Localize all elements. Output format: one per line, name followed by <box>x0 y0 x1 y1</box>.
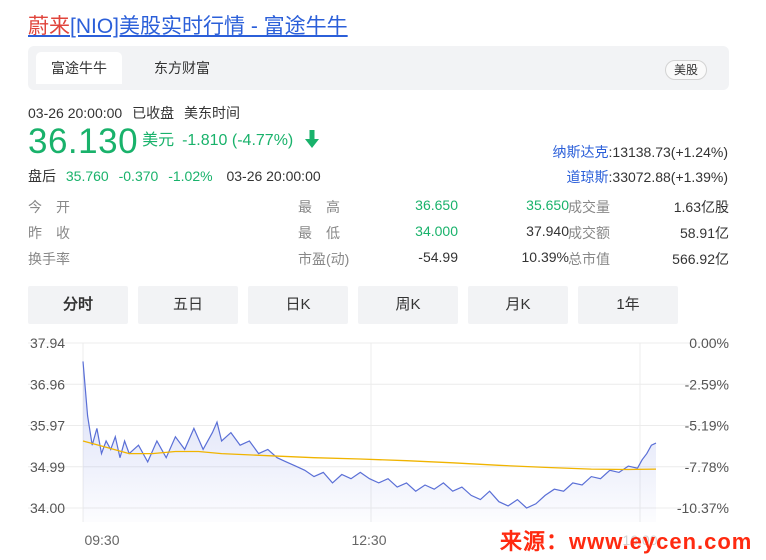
stat-label: 昨 收 <box>28 225 70 241</box>
stat-value: 37.940 <box>526 223 569 239</box>
stats-row: 今 开 35.650 最 高 36.650 成交量 1.63亿股 <box>28 197 729 223</box>
index-nasdaq-link[interactable]: 纳斯达克 <box>553 144 609 160</box>
title-stock-name: 蔚来 <box>28 15 70 38</box>
tab-futu[interactable]: 富途牛牛 <box>36 52 122 84</box>
index-dow: 道琼斯:33072.88(+1.39%) <box>567 167 728 187</box>
market-badge: 美股 <box>664 60 707 80</box>
index-nasdaq: 纳斯达克:13138.73(+1.24%) <box>553 142 728 162</box>
period-tab[interactable]: 五日 <box>138 286 238 324</box>
stat-value: -54.99 <box>418 249 458 265</box>
stat-label: 成交量 <box>568 199 610 215</box>
stat-value: 35.650 <box>526 197 569 213</box>
y-tick-label: 34.00 <box>30 500 65 516</box>
price-area <box>83 361 656 522</box>
index-dow-link[interactable]: 道琼斯 <box>567 169 609 185</box>
timezone: 美东时间 <box>183 105 240 121</box>
pct-tick-label: -7.78% <box>685 459 729 475</box>
after-hours-pct: -1.02% <box>168 168 213 184</box>
y-tick-label: 34.99 <box>30 459 65 475</box>
currency-label: 美元 <box>142 132 175 149</box>
stat-label: 今 开 <box>28 199 70 215</box>
index-dow-value: :33072.88(+1.39%) <box>608 169 728 185</box>
quote-time: 03-26 20:00:00 <box>28 105 123 121</box>
quote-meta: 03-26 20:00:00 已收盘 美东时间 <box>28 103 246 123</box>
stats-row: 换手率 10.39% 市盈(动) -54.99 总市值 566.92亿 <box>28 249 729 275</box>
pct-tick-label: 0.00% <box>689 335 729 351</box>
stat-value: 34.000 <box>415 223 458 239</box>
watermark-text: 来源：www.eycen.com <box>500 524 753 556</box>
tab-eastmoney[interactable]: 东方财富 <box>154 52 210 84</box>
stat-value: 1.63亿股 <box>673 199 729 215</box>
arrow-down-icon <box>304 129 320 154</box>
y-tick-label: 35.97 <box>30 418 65 434</box>
x-tick-label: 09:30 <box>84 532 119 548</box>
index-nasdaq-value: :13138.73(+1.24%) <box>608 144 728 160</box>
pct-tick-label: -10.37% <box>677 500 729 516</box>
after-hours-change: -0.370 <box>118 168 159 184</box>
stat-label: 市盈(动) <box>298 251 350 267</box>
y-tick-label: 37.94 <box>30 335 65 351</box>
period-tab[interactable]: 日K <box>248 286 348 324</box>
period-tab[interactable]: 月K <box>468 286 568 324</box>
stat-value: 36.650 <box>415 197 458 213</box>
after-hours-price: 35.760 <box>65 168 109 184</box>
after-hours-row: 盘后 35.760 -0.370 -1.02% 03-26 20:00:00 <box>28 166 321 186</box>
page-title[interactable]: 蔚来[NIO]美股实时行情 - 富途牛牛 <box>28 10 348 40</box>
period-tab[interactable]: 周K <box>358 286 458 324</box>
stat-value: 10.39% <box>521 249 569 265</box>
current-price: 36.130 <box>28 122 139 161</box>
source-tab-bar: 富途牛牛 东方财富 美股 <box>28 46 729 90</box>
after-hours-time: 03-26 20:00:00 <box>226 168 321 184</box>
stat-label: 总市值 <box>568 251 610 267</box>
title-text: [NIO]美股实时行情 - 富途牛牛 <box>70 15 348 38</box>
price-row: 36.130 美元 -1.810 (-4.77%) <box>28 122 320 162</box>
stats-grid: 今 开 35.650 最 高 36.650 成交量 1.63亿股昨 收 37.940 最 低 3… <box>28 197 729 275</box>
stat-value: 58.91亿 <box>679 225 729 241</box>
market-status: 已收盘 <box>132 105 175 121</box>
stats-row: 昨 收 37.940 最 低 34.000 成交额 58.91亿 <box>28 223 729 249</box>
stat-value: 566.92亿 <box>672 251 729 267</box>
stat-label: 成交额 <box>568 225 610 241</box>
period-tab[interactable]: 分时 <box>28 286 128 324</box>
y-tick-label: 36.96 <box>30 376 65 392</box>
after-hours-label: 盘后 <box>28 168 56 184</box>
pct-tick-label: -5.19% <box>685 418 729 434</box>
stat-label: 最 高 <box>298 199 340 215</box>
stat-label: 换手率 <box>28 251 70 267</box>
period-tab[interactable]: 1年 <box>578 286 678 324</box>
stat-label: 最 低 <box>298 225 340 241</box>
pct-tick-label: -2.59% <box>685 376 729 392</box>
price-change: -1.810 (-4.77%) <box>182 132 294 149</box>
period-tabs: 分时 五日 日K 周K 月K 1年 <box>28 286 729 324</box>
x-tick-label: 12:30 <box>351 532 386 548</box>
